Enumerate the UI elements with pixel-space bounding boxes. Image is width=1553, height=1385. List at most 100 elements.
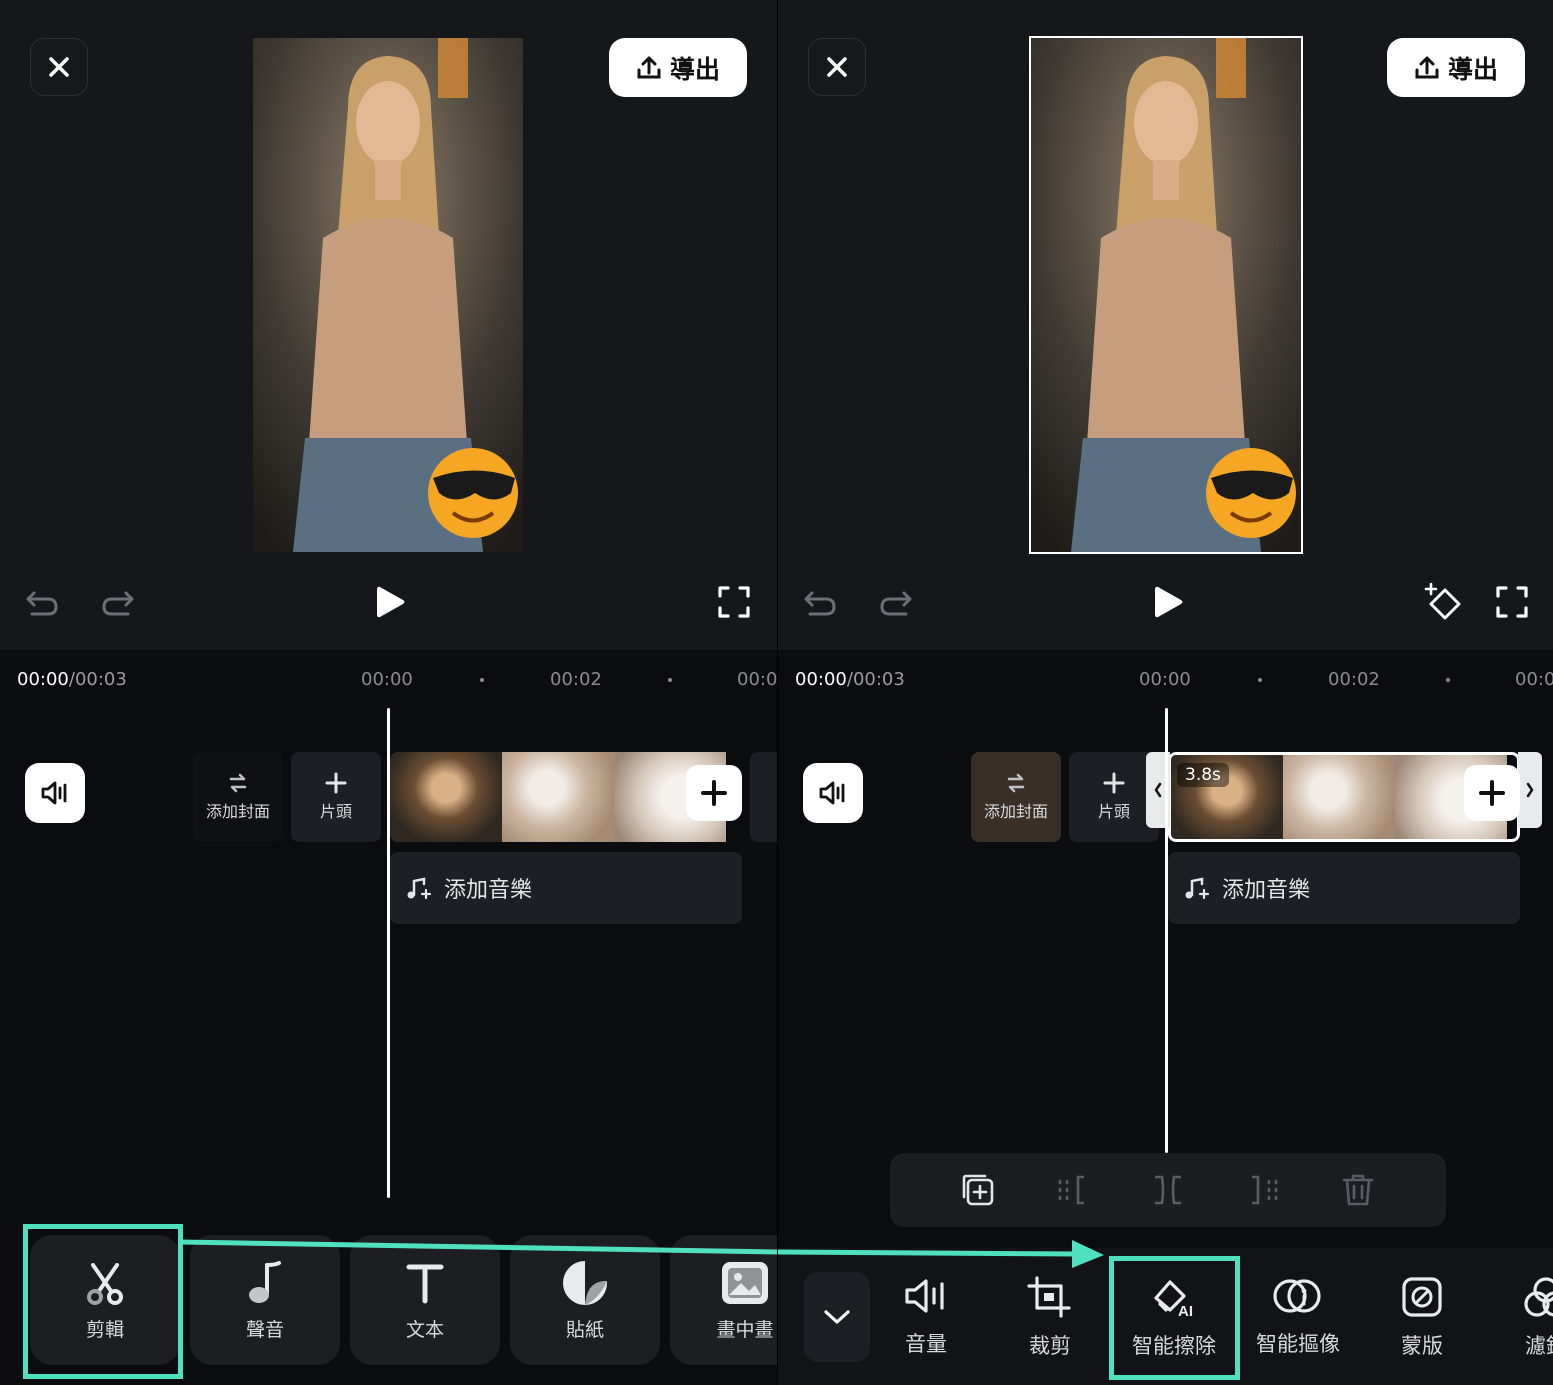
add-cover-button[interactable]: 添加封面 bbox=[971, 752, 1061, 842]
clip-edit-bar bbox=[890, 1153, 1446, 1227]
tool-volume[interactable]: 音量 bbox=[866, 1276, 986, 1385]
guide-arrow-head bbox=[778, 1240, 1104, 1268]
close-button[interactable] bbox=[808, 38, 866, 96]
time-current: 00:00 bbox=[17, 669, 69, 690]
swap-icon bbox=[1007, 773, 1025, 793]
tool-label: 智能摳像 bbox=[1256, 1332, 1340, 1356]
undo-button[interactable] bbox=[22, 578, 62, 626]
volume-icon bbox=[905, 1279, 944, 1313]
highlight-box-edit bbox=[23, 1224, 183, 1379]
undo-icon bbox=[26, 591, 58, 616]
video-frame-image bbox=[1031, 38, 1301, 552]
play-icon bbox=[377, 586, 405, 618]
chevron-right-icon bbox=[1526, 782, 1534, 798]
ruler-tick: 00:00 bbox=[361, 669, 413, 690]
tool-filter[interactable]: 濾鏡 bbox=[1486, 1276, 1553, 1385]
add-intro-label: 片頭 bbox=[319, 802, 352, 821]
add-cover-button[interactable]: 添加封面 bbox=[193, 752, 283, 842]
tool-mask[interactable]: 蒙版 bbox=[1362, 1276, 1482, 1385]
ruler-tick: 00:00 bbox=[1139, 669, 1191, 690]
play-button[interactable] bbox=[368, 578, 412, 626]
time-readout: 00:00/00:03 bbox=[795, 669, 905, 690]
undo-button[interactable] bbox=[800, 578, 840, 626]
clip-thumbnail bbox=[390, 752, 502, 842]
delete-icon[interactable] bbox=[1339, 1171, 1377, 1209]
export-button[interactable]: 導出 bbox=[1387, 38, 1525, 97]
editor-panel-clip-selected: 導出 00:00/00:03 00:00 00:02 00:0 添加封面 片頭 bbox=[777, 0, 1553, 1385]
ruler-tick: 00:02 bbox=[550, 669, 602, 690]
duplicate-icon[interactable] bbox=[959, 1171, 997, 1209]
video-preview[interactable] bbox=[253, 38, 523, 552]
tool-label: 裁剪 bbox=[1029, 1334, 1071, 1358]
add-music-label: 添加音樂 bbox=[1222, 878, 1311, 903]
track-mute-button[interactable] bbox=[25, 763, 85, 823]
export-button[interactable]: 導出 bbox=[609, 38, 747, 97]
split-left-icon[interactable] bbox=[1054, 1171, 1092, 1209]
guide-arrow bbox=[180, 1239, 777, 1255]
ruler-tick: 00:02 bbox=[1328, 669, 1380, 690]
collapse-toolbar-button[interactable] bbox=[804, 1272, 870, 1362]
speaker-icon bbox=[41, 781, 67, 805]
add-intro-label: 片頭 bbox=[1097, 802, 1130, 821]
music-add-icon bbox=[407, 877, 432, 900]
timeline-ruler: 00:00/00:03 00:00 00:02 00:0 bbox=[778, 664, 1553, 694]
fullscreen-button[interactable] bbox=[712, 578, 756, 626]
close-button[interactable] bbox=[30, 38, 88, 96]
clip-duration-badge: 3.8s bbox=[1177, 763, 1229, 787]
tool-label: 聲音 bbox=[245, 1318, 284, 1341]
tool-label: 文本 bbox=[405, 1318, 444, 1341]
plus-icon bbox=[1479, 780, 1505, 806]
add-music-track[interactable]: 添加音樂 bbox=[390, 852, 742, 924]
ruler-tick: 00:0 bbox=[1515, 669, 1553, 690]
add-music-label: 添加音樂 bbox=[444, 878, 533, 903]
chevron-left-icon bbox=[1154, 782, 1162, 798]
tool-label: 貼紙 bbox=[565, 1318, 604, 1341]
redo-button[interactable] bbox=[98, 578, 138, 626]
fullscreen-button[interactable] bbox=[1490, 578, 1534, 626]
redo-button[interactable] bbox=[876, 578, 916, 626]
filter-icon bbox=[1524, 1277, 1553, 1317]
plus-icon bbox=[325, 772, 347, 794]
speaker-icon bbox=[819, 781, 845, 805]
tool-label: 畫中畫 bbox=[716, 1318, 774, 1341]
music-add-icon bbox=[1185, 877, 1210, 900]
close-icon bbox=[827, 57, 847, 77]
plus-icon bbox=[701, 780, 727, 806]
keyframe-button[interactable] bbox=[1422, 578, 1466, 626]
play-icon bbox=[1155, 586, 1183, 618]
export-label: 導出 bbox=[1447, 54, 1498, 84]
play-button[interactable] bbox=[1146, 578, 1190, 626]
export-label: 導出 bbox=[669, 54, 720, 84]
split-icon[interactable] bbox=[1149, 1171, 1187, 1209]
ruler-tick: 00:0 bbox=[737, 669, 777, 690]
crop-icon bbox=[1027, 1276, 1071, 1318]
fullscreen-icon bbox=[718, 586, 750, 618]
chevron-down-icon bbox=[824, 1310, 850, 1324]
add-intro-button[interactable]: 片頭 bbox=[291, 752, 381, 842]
time-total: /00:03 bbox=[846, 669, 905, 690]
playhead[interactable] bbox=[1165, 708, 1168, 1153]
video-preview[interactable] bbox=[1029, 36, 1303, 554]
track-mute-button[interactable] bbox=[803, 763, 863, 823]
tool-ai-cutout[interactable]: 智能摳像 bbox=[1238, 1276, 1358, 1385]
add-music-track[interactable]: 添加音樂 bbox=[1168, 852, 1520, 924]
ai-cutout-icon bbox=[1273, 1279, 1321, 1313]
clip-thumbnail bbox=[1283, 755, 1395, 839]
redo-icon bbox=[102, 591, 134, 616]
split-right-icon[interactable] bbox=[1244, 1171, 1282, 1209]
fullscreen-icon bbox=[1496, 586, 1528, 618]
plus-icon bbox=[1103, 772, 1125, 794]
tool-label: 濾鏡 bbox=[1525, 1334, 1553, 1358]
tool-crop[interactable]: 裁剪 bbox=[990, 1276, 1110, 1385]
playhead[interactable] bbox=[387, 708, 390, 1198]
video-frame-image bbox=[253, 38, 523, 552]
time-current: 00:00 bbox=[795, 669, 847, 690]
clip-thumbnail bbox=[502, 752, 614, 842]
add-cover-label: 添加封面 bbox=[983, 802, 1048, 821]
trim-handle-right[interactable] bbox=[1518, 752, 1542, 828]
time-readout: 00:00/00:03 bbox=[17, 669, 127, 690]
add-clip-button[interactable] bbox=[686, 765, 742, 821]
undo-icon bbox=[804, 591, 836, 616]
upload-icon bbox=[637, 56, 661, 78]
add-clip-button[interactable] bbox=[1464, 765, 1520, 821]
